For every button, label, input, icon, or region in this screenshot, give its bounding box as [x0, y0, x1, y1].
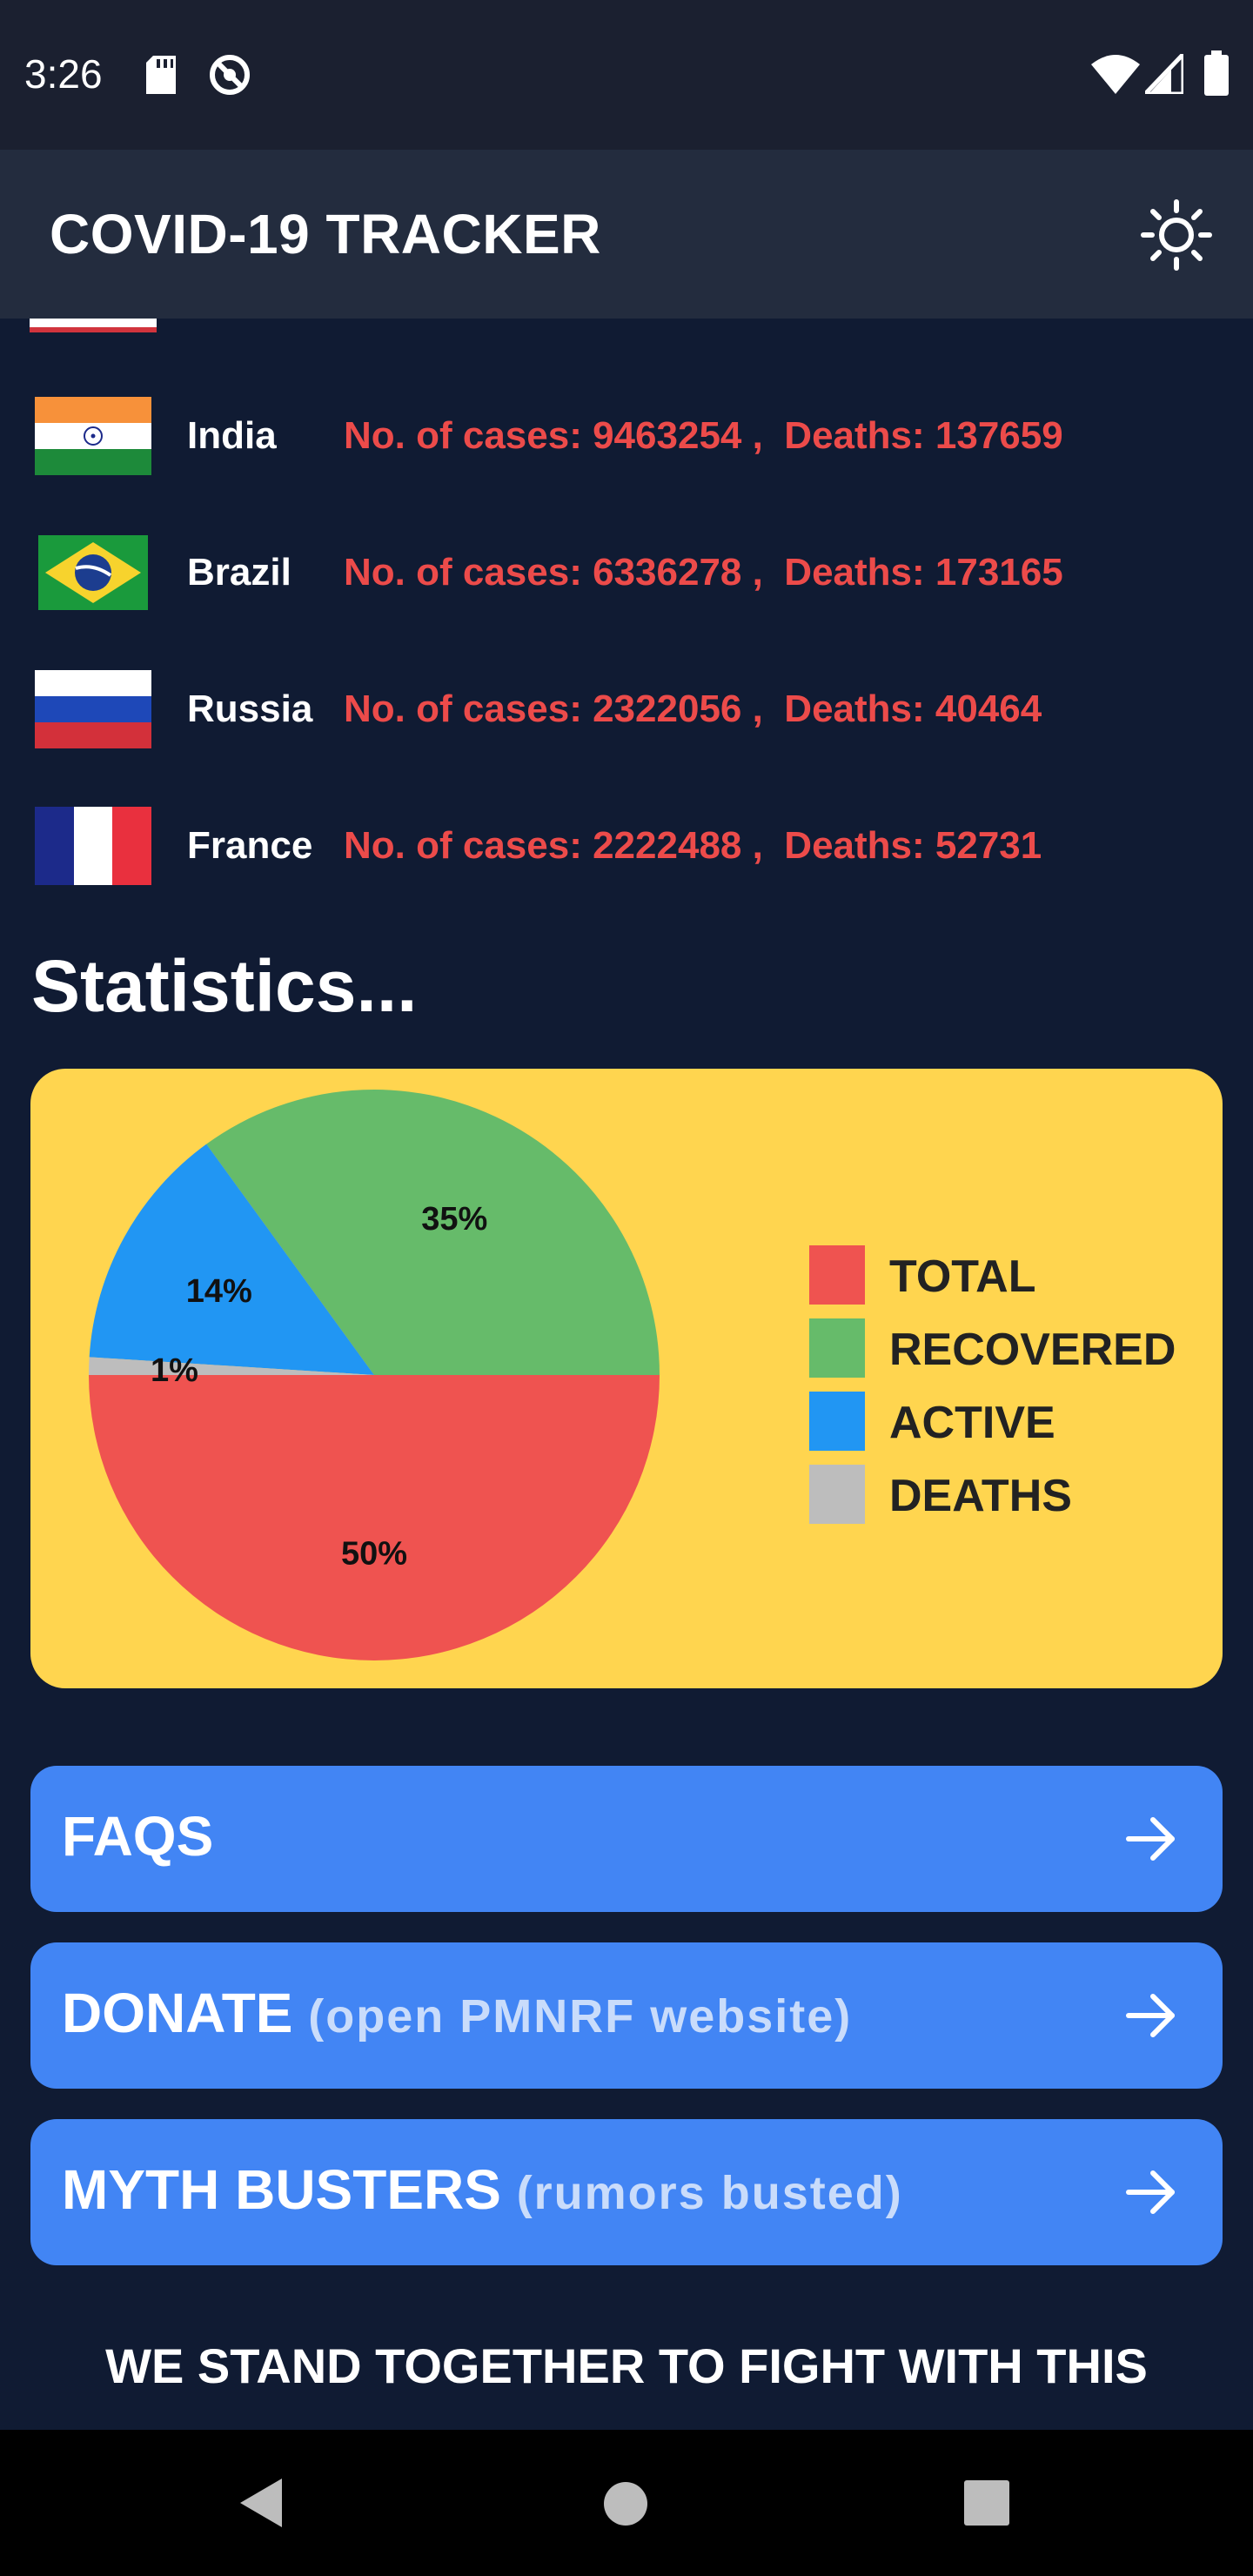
pie-label-recovered: 35% — [421, 1201, 487, 1238]
donate-sublabel: (open PMNRF website) — [308, 1990, 853, 2043]
signal-icon — [1145, 54, 1183, 94]
button-label: MYTH BUSTERS (rumors busted) — [62, 2157, 903, 2222]
cases-count: No. of cases: 9463254 , — [344, 414, 763, 457]
screen: 3:26 COVID-19 TRACKER India No. of cases… — [0, 0, 1253, 2576]
recents-icon[interactable] — [964, 2480, 1009, 2526]
legend-swatch — [809, 1392, 865, 1451]
legend-swatch — [809, 1245, 865, 1305]
list-item-france[interactable]: France No. of cases: 2222488 , Deaths: 5… — [0, 807, 1253, 890]
india-flag-icon — [35, 397, 151, 475]
arrow-right-icon — [1126, 2170, 1175, 2214]
donate-label: DONATE — [62, 1982, 293, 2044]
button-label: DONATE (open PMNRF website) — [62, 1981, 852, 2045]
legend-label: ACTIVE — [889, 1398, 1055, 1448]
app-bar: COVID-19 TRACKER — [0, 150, 1253, 319]
legend-swatch — [809, 1318, 865, 1378]
wifi-icon — [1091, 55, 1140, 94]
deaths-count: Deaths: 137659 — [784, 414, 1063, 457]
france-flag-icon — [35, 807, 151, 885]
sd-card-icon — [146, 56, 176, 94]
legend-swatch — [809, 1465, 865, 1524]
pie-chart: 50% 35% 14% 1% — [89, 1090, 660, 1660]
arrow-right-icon — [1126, 1994, 1175, 2037]
statistics-heading: Statistics... — [31, 945, 418, 1027]
cases-count: No. of cases: 2322056 , — [344, 688, 763, 730]
myth-busters-sublabel: (rumors busted) — [516, 2167, 903, 2219]
app-title: COVID-19 TRACKER — [50, 203, 601, 265]
battery-icon — [1204, 50, 1229, 96]
country-name: Brazil — [187, 551, 291, 594]
country-stats: No. of cases: 6336278 , Deaths: 173165 — [344, 551, 1063, 594]
legend-label: DEATHS — [889, 1471, 1072, 1521]
list-item-brazil[interactable]: Brazil No. of cases: 6336278 , Deaths: 1… — [0, 533, 1253, 617]
cases-count: No. of cases: 6336278 , — [344, 551, 763, 594]
no-sync-icon — [210, 55, 250, 95]
faqs-button[interactable]: FAQS — [30, 1766, 1223, 1912]
statistics-card: 50% 35% 14% 1% TOTAL RECOVERED ACTIVE DEATHS — [30, 1069, 1223, 1688]
country-name: India — [187, 414, 277, 457]
list-item-russia[interactable]: Russia No. of cases: 2322056 , Deaths: 4… — [0, 670, 1253, 754]
list-item-india[interactable]: India No. of cases: 9463254 , Deaths: 13… — [0, 397, 1253, 480]
country-stats: No. of cases: 2222488 , Deaths: 52731 — [344, 824, 1042, 868]
pie-label-active: 14% — [186, 1273, 252, 1310]
button-label: FAQS — [62, 1804, 213, 1868]
partial-flag — [30, 319, 157, 332]
navigation-bar — [0, 2430, 1253, 2576]
footer-text: WE STAND TOGETHER TO FIGHT WITH THIS — [105, 2338, 1148, 2393]
status-time: 3:26 — [24, 51, 103, 97]
country-stats: No. of cases: 9463254 , Deaths: 137659 — [344, 414, 1063, 458]
pie-label-total: 50% — [341, 1535, 407, 1572]
sun-icon[interactable] — [1140, 198, 1213, 272]
faqs-label: FAQS — [62, 1805, 214, 1868]
deaths-count: Deaths: 40464 — [784, 688, 1042, 730]
myth-busters-button[interactable]: MYTH BUSTERS (rumors busted) — [30, 2119, 1223, 2265]
arrow-right-icon — [1126, 1817, 1175, 1861]
country-name: France — [187, 824, 313, 867]
pie-label-deaths: 1% — [151, 1352, 198, 1389]
legend-label: TOTAL — [889, 1251, 1036, 1302]
deaths-count: Deaths: 173165 — [784, 551, 1063, 594]
country-name: Russia — [187, 688, 313, 730]
pie-slice-total — [89, 1375, 660, 1660]
russia-flag-icon — [35, 670, 151, 748]
home-icon[interactable] — [602, 2480, 649, 2527]
legend-label: RECOVERED — [889, 1325, 1176, 1375]
brazil-flag-icon — [38, 535, 148, 610]
cases-count: No. of cases: 2222488 , — [344, 824, 763, 867]
country-stats: No. of cases: 2322056 , Deaths: 40464 — [344, 688, 1042, 731]
deaths-count: Deaths: 52731 — [784, 824, 1042, 867]
status-bar: 3:26 — [0, 0, 1253, 150]
donate-button[interactable]: DONATE (open PMNRF website) — [30, 1942, 1223, 2089]
myth-busters-label: MYTH BUSTERS — [62, 2158, 501, 2221]
back-icon[interactable] — [233, 2475, 289, 2531]
